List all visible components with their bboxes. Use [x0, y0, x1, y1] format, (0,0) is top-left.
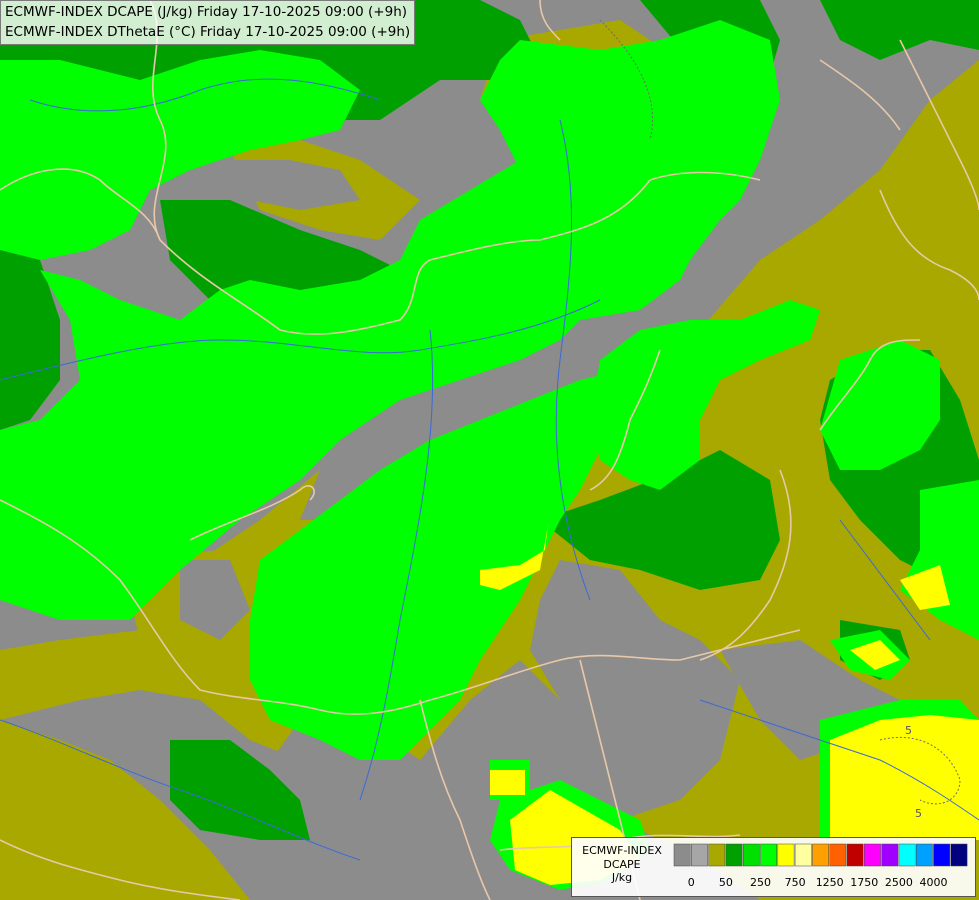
legend-swatch — [812, 843, 829, 867]
legend-swatch — [691, 843, 708, 867]
legend-swatch — [673, 843, 691, 867]
contour-label-2: 5 — [915, 807, 922, 820]
legend-swatch — [708, 843, 726, 867]
legend-swatch — [725, 843, 743, 867]
color-legend: ECMWF-INDEX DCAPE J/kg 0 50 250 750 1250 1750… — [571, 837, 976, 897]
legend-swatch — [864, 843, 881, 867]
legend-tick-label: 50 — [719, 876, 733, 889]
map-title-line-1: ECMWF-INDEX DCAPE (J/kg) Friday 17-10-20… — [5, 4, 408, 20]
map-title-box: ECMWF-INDEX DCAPE (J/kg) Friday 17-10-20… — [0, 0, 416, 45]
legend-swatch — [760, 843, 778, 867]
legend-tick-label: 4000 — [920, 876, 948, 889]
legend-swatch — [846, 843, 864, 867]
legend-tick-label: 750 — [785, 876, 806, 889]
legend-swatch — [881, 843, 899, 867]
map-title-line-2: ECMWF-INDEX DThetaE (°C) Friday 17-10-20… — [5, 24, 411, 40]
legend-swatch — [777, 843, 795, 867]
legend-tick-label: 250 — [750, 876, 771, 889]
legend-swatch — [933, 843, 951, 867]
legend-tick-label: 2500 — [885, 876, 913, 889]
legend-tick-label: 0 — [688, 876, 695, 889]
contour-label-1: 5 — [905, 724, 912, 737]
legend-swatch — [950, 843, 968, 867]
legend-tick-label: 1250 — [816, 876, 844, 889]
legend-swatch — [915, 843, 933, 867]
legend-tick-label: 1750 — [850, 876, 878, 889]
dcape-field: 5 5 — [0, 0, 979, 900]
legend-swatch — [829, 843, 847, 867]
legend-color-bar: 0 50 250 750 1250 1750 2500 4000 — [673, 843, 968, 889]
legend-swatch — [742, 843, 760, 867]
weather-map: 5 5 ECMWF-INDEX DCAPE (J/kg) Friday 17-1… — [0, 0, 979, 900]
legend-swatch — [794, 843, 812, 867]
legend-swatch — [898, 843, 916, 867]
